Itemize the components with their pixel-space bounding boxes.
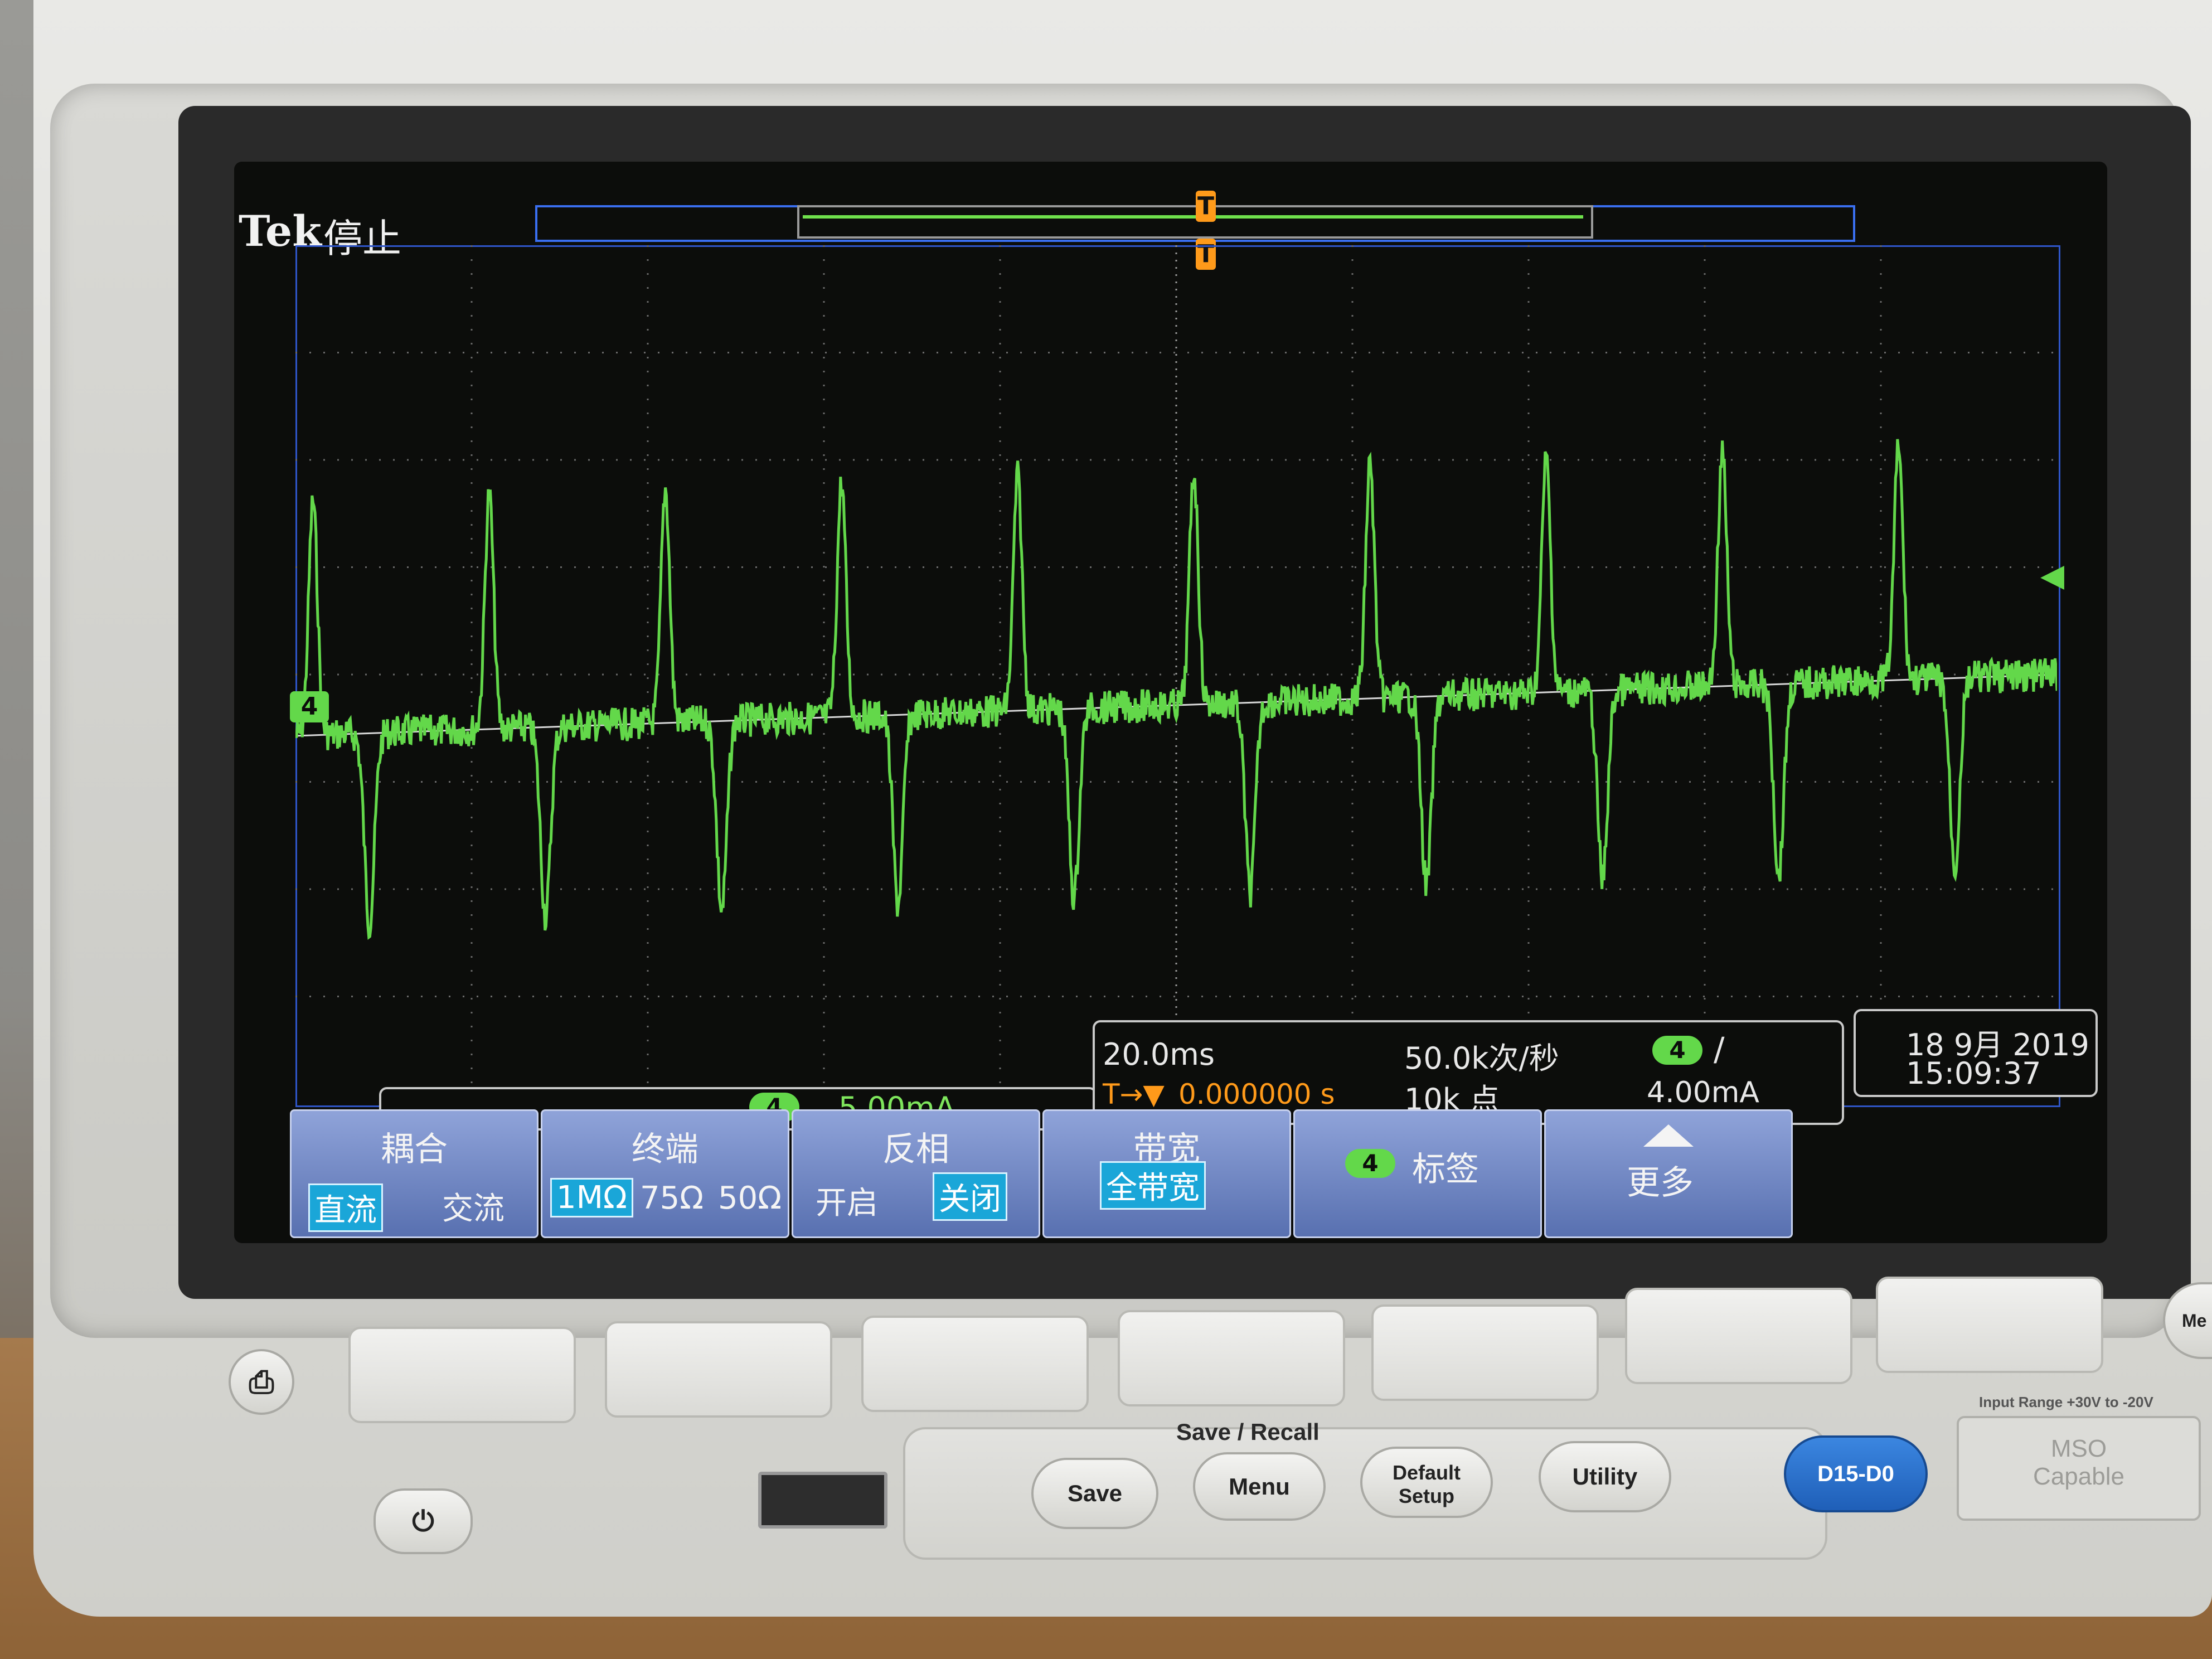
label-title: 标签	[1412, 1150, 1479, 1189]
softkey-more[interactable]: 更多	[1544, 1109, 1793, 1238]
mso-label-line1: MSO	[2050, 1435, 2107, 1462]
coupling-ac[interactable]: 交流	[442, 1183, 505, 1229]
more-up-arrow-icon	[1643, 1124, 1694, 1147]
record-view-window	[797, 205, 1593, 239]
input-range-label: Input Range +30V to -20V	[1979, 1394, 2153, 1410]
rising-edge-icon: ∕	[1714, 1030, 1725, 1068]
mso-label-line2: Capable	[2033, 1463, 2124, 1490]
record-trigger-marker: T	[1196, 191, 1216, 222]
bezel-button-5[interactable]	[1371, 1304, 1599, 1401]
invert-on[interactable]: 开启	[816, 1178, 878, 1223]
time-display: 15:09:37	[1906, 1056, 2041, 1091]
trigger-position-value: 0.000000 s	[1178, 1078, 1335, 1110]
power-icon: ⏻	[412, 1506, 434, 1537]
bandwidth-full[interactable]: 全带宽	[1100, 1161, 1206, 1210]
waveform-display	[295, 245, 2057, 1104]
power-button[interactable]: ⏻	[373, 1488, 473, 1554]
termination-1mohm-selected[interactable]: 1MΩ	[550, 1178, 633, 1217]
sample-rate: 50.0k次/秒	[1404, 1041, 1559, 1076]
default-setup-line2: Setup	[1398, 1485, 1454, 1507]
bezel-button-1[interactable]	[348, 1327, 576, 1423]
oscilloscope-screen: Tek 停止 T T 4 ◀ 4 5.00mA 20.0ms T→▼ 0.000…	[234, 162, 2107, 1243]
print-button[interactable]: ⎙	[229, 1349, 294, 1415]
trigger-position-icon: T→▼	[1103, 1078, 1165, 1110]
coupling-dc-selected[interactable]: 直流	[308, 1183, 383, 1232]
more-title: 更多	[1627, 1163, 1694, 1202]
default-setup-button[interactable]: Default Setup	[1360, 1447, 1493, 1518]
datetime-panel[interactable]: 18 9月 2019 15:09:37	[1854, 1009, 2098, 1097]
channel-softkey-menu: 耦合 直流 交流 终端 1MΩ 75Ω 50Ω 反相 开启 关闭 带宽 全带宽 …	[290, 1109, 1828, 1243]
bezel-button-2[interactable]	[605, 1321, 832, 1418]
horizontal-scale: 20.0ms	[1103, 1037, 1215, 1072]
termination-title: 终端	[632, 1130, 698, 1169]
channel-4-ground-marker[interactable]: 4	[290, 691, 329, 722]
softkey-coupling[interactable]: 耦合 直流 交流	[290, 1109, 539, 1238]
bezel-button-4[interactable]	[1118, 1310, 1345, 1406]
record-waveform-line	[803, 215, 1583, 219]
invert-off-selected[interactable]: 关闭	[933, 1172, 1007, 1221]
softkey-label[interactable]: 4 标签	[1293, 1109, 1542, 1238]
printer-icon: ⎙	[249, 1364, 274, 1399]
save-recall-label: Save / Recall	[1176, 1419, 1320, 1445]
coupling-title: 耦合	[381, 1130, 448, 1169]
bezel-button-3[interactable]	[861, 1316, 1089, 1412]
save-button[interactable]: Save	[1031, 1458, 1158, 1529]
trigger-source-badge: 4	[1652, 1036, 1702, 1065]
invert-title: 反相	[882, 1130, 949, 1169]
softkey-invert[interactable]: 反相 开启 关闭	[792, 1109, 1040, 1238]
termination-50ohm[interactable]: 50Ω	[718, 1180, 782, 1216]
default-setup-line1: Default	[1392, 1461, 1461, 1484]
bezel-button-7[interactable]	[1876, 1277, 2103, 1373]
trigger-level-arrow-icon: ◀	[2040, 557, 2065, 594]
usb-port	[758, 1472, 887, 1529]
termination-75ohm[interactable]: 75Ω	[640, 1180, 704, 1216]
mso-capable-cover: MSO Capable	[1957, 1416, 2201, 1521]
softkey-termination[interactable]: 终端 1MΩ 75Ω 50Ω	[541, 1109, 789, 1238]
menu-button[interactable]: Menu	[1193, 1452, 1326, 1521]
trigger-level: 4.00mA	[1647, 1076, 1760, 1109]
label-channel-badge: 4	[1345, 1149, 1395, 1178]
utility-button[interactable]: Utility	[1539, 1441, 1671, 1512]
softkey-bandwidth[interactable]: 带宽 全带宽	[1042, 1109, 1291, 1238]
bezel-button-6[interactable]	[1625, 1288, 1852, 1384]
digital-channels-button[interactable]: D15-D0	[1784, 1435, 1928, 1512]
